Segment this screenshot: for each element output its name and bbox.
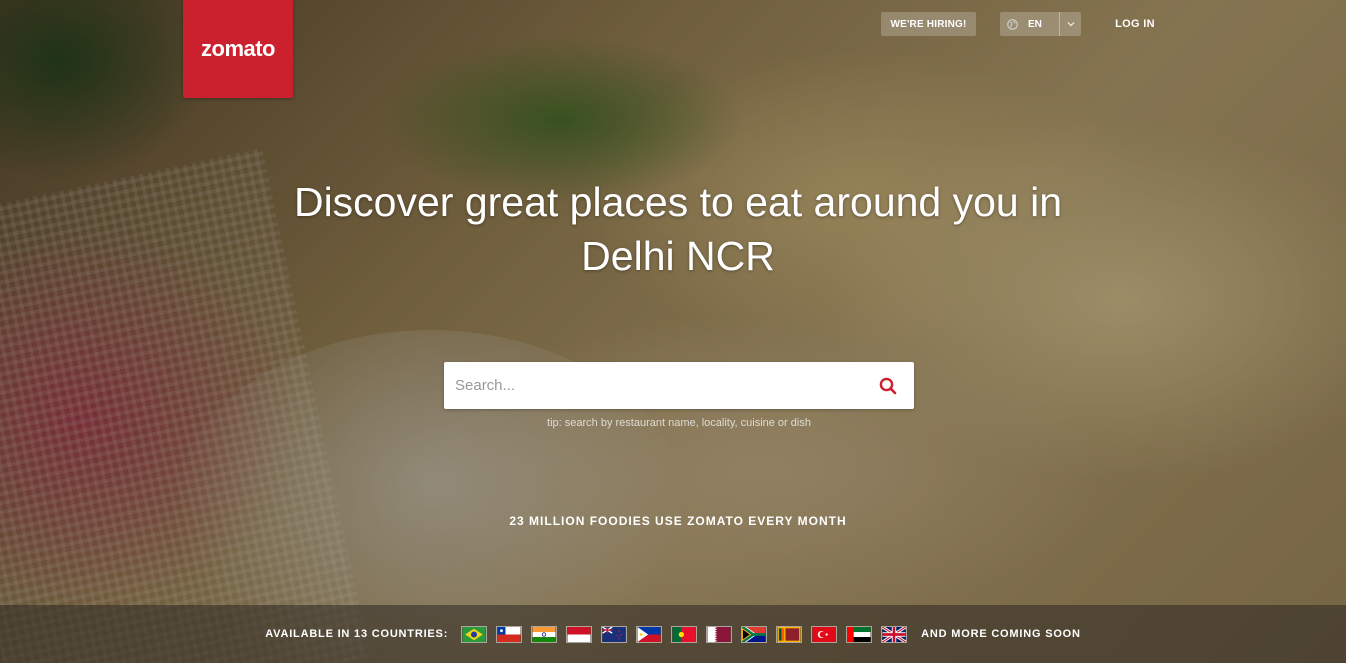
sri-lanka-flag-icon[interactable] xyxy=(775,625,802,643)
language-divider xyxy=(1059,12,1060,36)
brazil-flag-icon[interactable] xyxy=(460,625,487,643)
new-zealand-flag-icon[interactable] xyxy=(600,625,627,643)
login-link[interactable]: LOG IN xyxy=(1105,12,1165,36)
indonesia-flag-icon[interactable] xyxy=(565,625,592,643)
uae-flag-icon[interactable] xyxy=(845,625,872,643)
countries-label: AVAILABLE IN 13 COUNTRIES: xyxy=(265,628,449,640)
search-tip: tip: search by restaurant name, locality… xyxy=(547,417,811,429)
more-countries-label: AND MORE COMING SOON xyxy=(921,628,1081,640)
globe-icon xyxy=(1007,18,1018,30)
hero-overlay xyxy=(0,0,1346,663)
turkey-flag-icon[interactable] xyxy=(810,625,837,643)
search-icon[interactable] xyxy=(878,376,898,396)
zomato-logo[interactable]: zomato xyxy=(183,0,293,98)
language-label: EN xyxy=(1028,18,1042,30)
uk-flag-icon[interactable] xyxy=(880,625,907,643)
philippines-flag-icon[interactable] xyxy=(635,625,662,643)
chevron-down-icon[interactable] xyxy=(1066,19,1076,29)
south-africa-flag-icon[interactable] xyxy=(740,625,767,643)
india-flag-icon[interactable] xyxy=(530,625,557,643)
search-input[interactable] xyxy=(444,362,878,409)
hero-headline: Discover great places to eat around you … xyxy=(293,179,1063,279)
country-bar: AVAILABLE IN 13 COUNTRIES: AND MORE COMI… xyxy=(0,605,1346,663)
search-box[interactable] xyxy=(444,362,914,409)
foodies-stat: 23 MILLION FOODIES USE ZOMATO EVERY MONT… xyxy=(509,514,847,528)
portugal-flag-icon[interactable] xyxy=(670,625,697,643)
hiring-button[interactable]: WE'RE HIRING! xyxy=(881,12,976,36)
chile-flag-icon[interactable] xyxy=(495,625,522,643)
qatar-flag-icon[interactable] xyxy=(705,625,732,643)
language-selector[interactable]: EN xyxy=(1000,12,1081,36)
